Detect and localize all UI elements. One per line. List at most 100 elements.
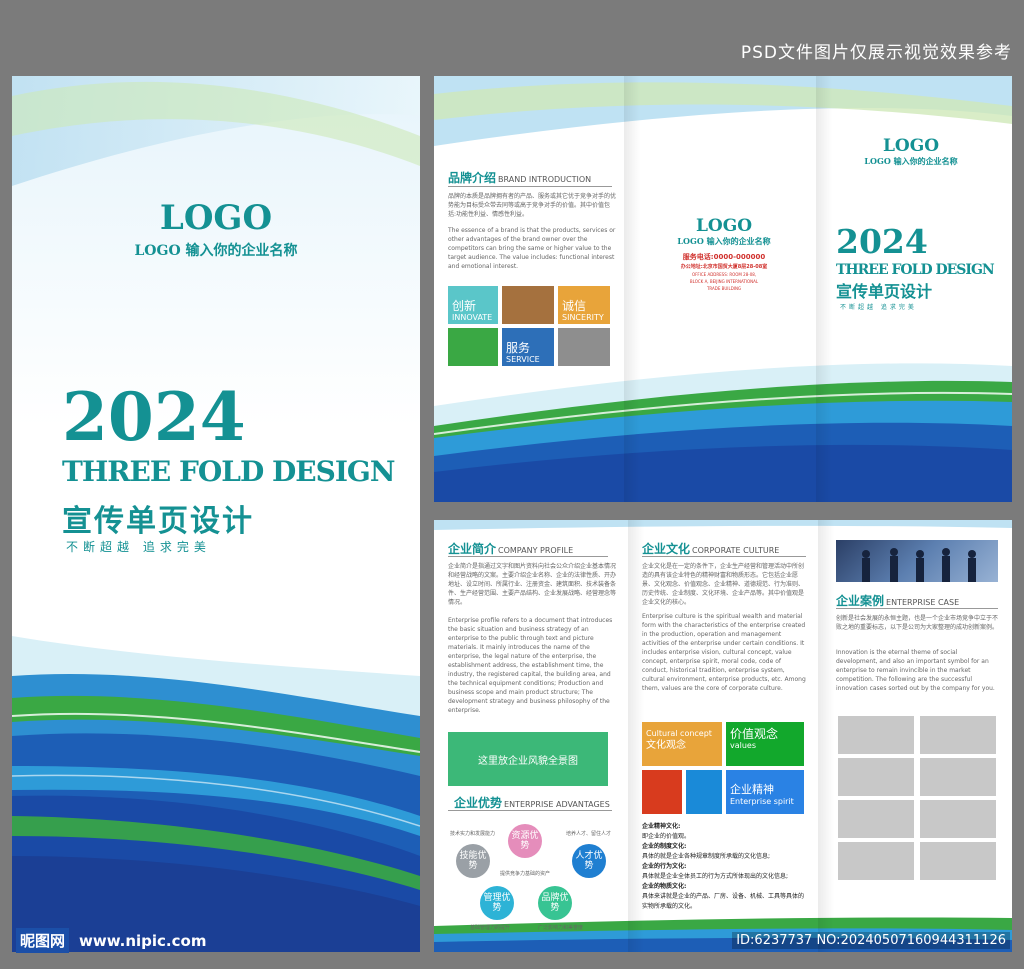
tile-innovate: 创新 INNOVATE bbox=[448, 286, 498, 324]
divider bbox=[448, 810, 612, 811]
culture-list-item: 具体就是企业全体员工的行为方式所体现出的文化信息; bbox=[642, 873, 789, 880]
brand-title: 品牌介绍 BRAND INTRODUCTION bbox=[448, 169, 591, 186]
back-phone: 服务电话:0000-000000 bbox=[682, 253, 766, 261]
cover-slogan: 不断超越 追求完美 bbox=[66, 540, 211, 554]
tile-innovate-en: INNOVATE bbox=[452, 313, 493, 322]
front-year: 2024 bbox=[836, 222, 928, 261]
brand-title-en: BRAND INTRODUCTION bbox=[498, 175, 592, 184]
culture-tile-red bbox=[642, 770, 682, 814]
front-logo-subtitle: LOGO 输入你的企业名称 bbox=[864, 156, 958, 166]
profile-title-cn: 企业简介 bbox=[448, 542, 497, 556]
culture-tile-spirit-en: Enterprise spirit bbox=[730, 797, 794, 806]
culture-list-item: 企业精神文化: bbox=[642, 823, 681, 830]
tile-green bbox=[448, 328, 498, 366]
back-address-en-1: OFFICE ADDRESS: ROOM 28-08, bbox=[691, 272, 757, 277]
tile-service-cn: 服务 bbox=[506, 341, 531, 355]
front-title-en: THREE FOLD DESIGN bbox=[836, 262, 995, 278]
culture-tile-concept: Cultural concept 文化观念 bbox=[642, 722, 722, 766]
adv-resource: 资源优势 bbox=[508, 824, 542, 858]
adv-brand: 品牌优势 bbox=[538, 886, 572, 920]
profile-title: 企业简介 COMPANY PROFILE bbox=[448, 540, 573, 557]
panorama-placeholder: 这里放企业风貌全景图 bbox=[448, 732, 608, 786]
advantages-title: 企业优势 ENTERPRISE ADVANTAGES bbox=[454, 794, 610, 811]
tile-sincerity-cn: 诚信 bbox=[562, 299, 587, 313]
cover-logo: LOGO bbox=[159, 198, 273, 238]
advantages-title-en: ENTERPRISE ADVANTAGES bbox=[504, 800, 610, 809]
culture-tile-values-cn: 价值观念 bbox=[730, 727, 779, 741]
profile-text-cn: 企业简介是指通过文字和图片资料向社会公众介绍企业基本情况和经营战略的文案。主要介… bbox=[448, 563, 617, 606]
back-logo: LOGO bbox=[695, 216, 753, 236]
culture-tile-concept-en: Cultural concept bbox=[646, 729, 712, 738]
front-logo: LOGO bbox=[882, 136, 940, 156]
divider bbox=[448, 556, 608, 557]
back-address-en-2: BLOCK A, BEIJING INTERNATIONAL bbox=[689, 279, 759, 284]
tile-innovate-cn: 创新 bbox=[452, 299, 477, 313]
site-watermark: 昵图网 www.nipic.com bbox=[16, 928, 206, 953]
cover-title-cn: 宣传单页设计 bbox=[62, 504, 254, 539]
culture-list-item: 即企业的价值观。 bbox=[642, 833, 691, 840]
brand-text-cn: 品牌的本质是品牌拥有者的产品、服务或其它优于竞争对手的优势能为目标受众带去同等或… bbox=[448, 193, 617, 218]
back-address-en-3: TRADE BUILDING bbox=[706, 286, 742, 291]
front-title-cn: 宣传单页设计 bbox=[836, 282, 933, 301]
back-address: 办公地址:北京市国贸大厦8层28-08室 bbox=[680, 264, 768, 270]
culture-list-item: 具体来讲就是企业的产品、厂房、设备、机械、工具等具体的实物所承载的文化。 bbox=[642, 893, 805, 910]
adv-note-5: 广泛影响力和美誉度 bbox=[538, 925, 584, 931]
culture-tile-spirit: 企业精神 Enterprise spirit bbox=[726, 770, 804, 814]
culture-list-item: 企业的物质文化: bbox=[642, 883, 687, 890]
case-title: 企业案例 ENTERPRISE CASE bbox=[836, 592, 959, 609]
culture-text-en: Enterprise culture is the spiritual weal… bbox=[642, 613, 806, 692]
adv-note-1: 技术实力和发展能力 bbox=[450, 831, 496, 837]
adv-note-2: 提供竞争力基础的资产 bbox=[500, 871, 551, 877]
divider bbox=[836, 608, 998, 609]
inner-top-panel: 品牌介绍 BRAND INTRODUCTION 品牌的本质是品牌拥有者的产品、服务… bbox=[434, 76, 1012, 502]
tile-service: 服务 SERVICE bbox=[502, 328, 554, 366]
case-image-placeholder bbox=[838, 800, 914, 838]
adv-skill: 技能优势 bbox=[456, 844, 490, 878]
back-logo-subtitle: LOGO 输入你的企业名称 bbox=[677, 236, 771, 246]
case-image-placeholder bbox=[838, 758, 914, 796]
case-image-placeholder bbox=[920, 800, 996, 838]
advantages-title-cn: 企业优势 bbox=[454, 796, 503, 810]
culture-tile-values: 价值观念 values bbox=[726, 722, 804, 766]
culture-list-item: 企业的行为文化: bbox=[642, 863, 687, 870]
tile-service-en: SERVICE bbox=[506, 355, 540, 364]
tile-gray bbox=[558, 328, 610, 366]
divider bbox=[448, 186, 612, 187]
case-image-placeholder bbox=[920, 716, 996, 754]
culture-list: 企业精神文化: 即企业的价值观。 企业的制度文化: 具体的就是企业各种规章制度所… bbox=[642, 822, 808, 912]
case-image-placeholder bbox=[920, 842, 996, 880]
cover-panel: LOGO LOGO 输入你的企业名称 2024 THREE FOLD DESIG… bbox=[12, 76, 420, 952]
watermark-top-text: PSD文件图片仅展示视觉效果参考 bbox=[740, 43, 1012, 63]
case-team-photo bbox=[836, 540, 998, 582]
case-title-en: ENTERPRISE CASE bbox=[886, 598, 960, 607]
fold-shade bbox=[818, 520, 834, 952]
culture-tile-concept-cn: 文化观念 bbox=[646, 740, 686, 751]
inner-bottom-panel: 企业简介 COMPANY PROFILE 企业简介是指通过文字和图片资料向社会公众… bbox=[434, 520, 1012, 952]
culture-list-item: 具体的就是企业各种规章制度所承载的文化信息; bbox=[642, 853, 771, 860]
culture-tile-spirit-cn: 企业精神 bbox=[730, 783, 774, 796]
adv-note-3: 培养人才、留住人才 bbox=[566, 831, 612, 837]
brand-text-en: The essence of a brand is that the produ… bbox=[448, 227, 616, 270]
case-image-placeholder bbox=[838, 716, 914, 754]
cover-title-en: THREE FOLD DESIGN bbox=[62, 455, 395, 488]
culture-tile-values-en: values bbox=[730, 741, 757, 750]
case-image-placeholder bbox=[920, 758, 996, 796]
cover-logo-subtitle: LOGO 输入你的企业名称 bbox=[134, 243, 298, 259]
tile-photo bbox=[502, 286, 554, 324]
site-logo: 昵图网 bbox=[16, 928, 70, 953]
adv-management: 管理优势 bbox=[480, 886, 514, 920]
culture-title-cn: 企业文化 bbox=[642, 542, 691, 556]
adv-talent: 人才优势 bbox=[572, 844, 606, 878]
team-silhouettes bbox=[862, 548, 976, 582]
image-id: ID:6237737 NO:20240507160944311126 bbox=[732, 932, 1010, 949]
culture-tile-blue bbox=[686, 770, 722, 814]
case-text-en: Innovation is the eternal theme of socia… bbox=[836, 649, 995, 692]
culture-title: 企业文化 CORPORATE CULTURE bbox=[642, 540, 779, 557]
cover-year: 2024 bbox=[62, 378, 246, 456]
brand-title-cn: 品牌介绍 bbox=[448, 171, 497, 185]
case-text-cn: 创新是社会发展的永恒主题，也是一个企业市场竞争中立于不败之地的重要标志，以下是公… bbox=[836, 615, 999, 631]
profile-text-en: Enterprise profile refers to a document … bbox=[448, 617, 613, 714]
culture-text-cn: 企业文化是在一定的条件下，企业生产经营和管理活动中所创造的具有该企业特色的精神财… bbox=[642, 563, 805, 606]
divider bbox=[642, 556, 806, 557]
site-url: www.nipic.com bbox=[79, 931, 207, 950]
